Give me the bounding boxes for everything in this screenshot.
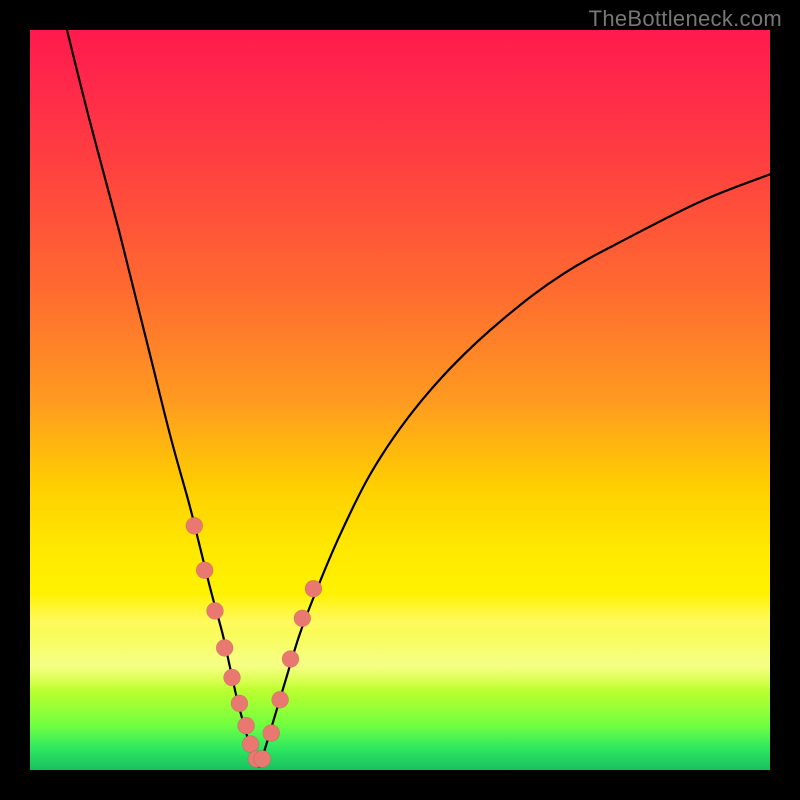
curve-left bbox=[67, 30, 258, 766]
watermark-text: TheBottleneck.com bbox=[589, 6, 782, 32]
data-marker bbox=[186, 517, 203, 534]
data-marker bbox=[248, 750, 265, 767]
data-marker bbox=[305, 580, 322, 597]
highlight-band bbox=[30, 630, 770, 690]
data-marker bbox=[254, 750, 271, 767]
data-marker bbox=[263, 725, 280, 742]
data-marker bbox=[207, 602, 224, 619]
data-marker bbox=[282, 651, 299, 668]
chart-frame: TheBottleneck.com bbox=[0, 0, 800, 800]
data-marker bbox=[294, 610, 311, 627]
marker-group bbox=[186, 517, 322, 767]
plot-area bbox=[30, 30, 770, 770]
data-marker bbox=[231, 695, 248, 712]
data-marker bbox=[216, 639, 233, 656]
data-marker bbox=[272, 691, 289, 708]
data-marker bbox=[238, 717, 255, 734]
data-marker bbox=[196, 562, 213, 579]
curve-right bbox=[259, 174, 770, 766]
data-marker bbox=[224, 669, 241, 686]
curve-svg bbox=[30, 30, 770, 770]
data-marker bbox=[242, 736, 259, 753]
